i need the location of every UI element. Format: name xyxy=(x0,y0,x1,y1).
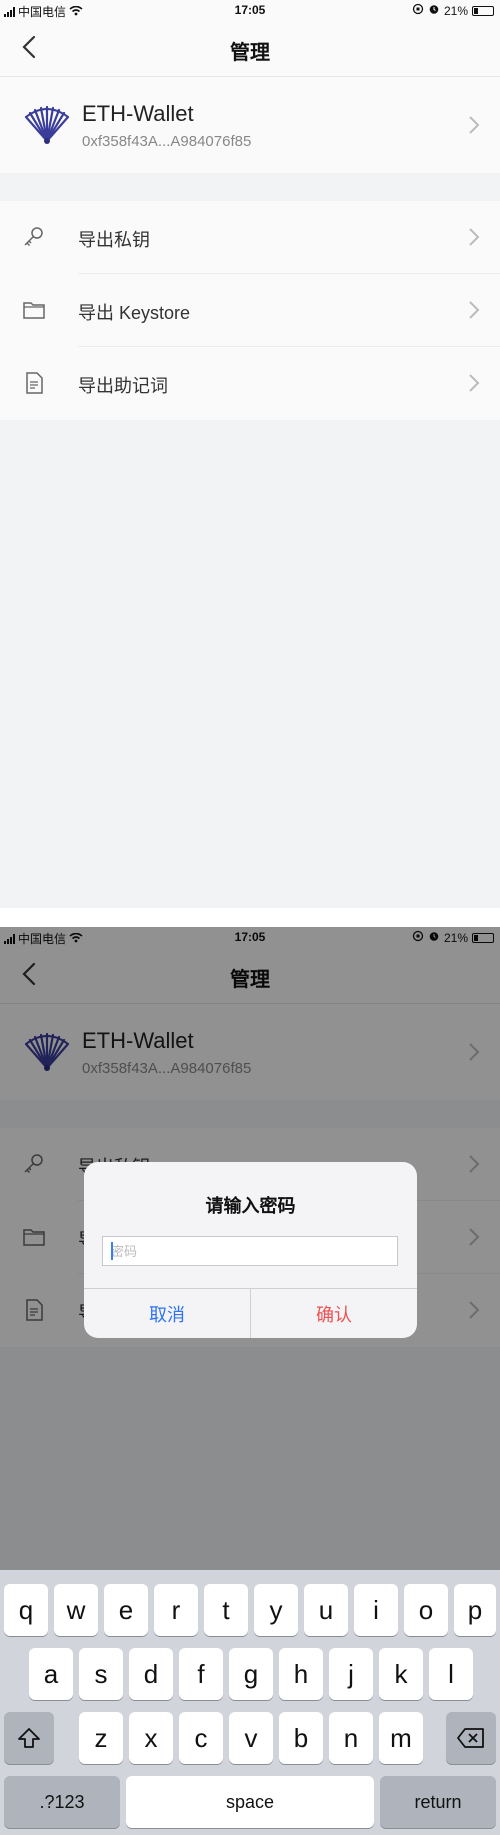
shift-arrow-icon xyxy=(18,1728,40,1748)
key-d[interactable]: d xyxy=(129,1648,173,1700)
folder-icon xyxy=(23,302,45,319)
key-l[interactable]: l xyxy=(429,1648,473,1700)
password-input[interactable] xyxy=(102,1236,398,1266)
confirm-button[interactable]: 确认 xyxy=(251,1289,417,1338)
status-bar: 中国电信 17:05 21% xyxy=(0,0,500,20)
key-v[interactable]: v xyxy=(229,1712,273,1764)
key-f[interactable]: f xyxy=(179,1648,223,1700)
chevron-right-icon xyxy=(469,374,480,392)
password-dialog: 请输入密码 取消 确认 xyxy=(84,1162,417,1338)
section-gap xyxy=(0,173,500,201)
menu-item-export-private-key[interactable]: 导出私钥 xyxy=(0,201,500,274)
on-screen-keyboard: q w e r t y u i o p a s d f g h j k l z … xyxy=(0,1570,500,1835)
dialog-buttons: 取消 确认 xyxy=(84,1288,417,1338)
key-j[interactable]: j xyxy=(329,1648,373,1700)
key-c[interactable]: c xyxy=(179,1712,223,1764)
key-z[interactable]: z xyxy=(79,1712,123,1764)
menu-item-export-keystore[interactable]: 导出 Keystore xyxy=(0,274,500,347)
key-n[interactable]: n xyxy=(329,1712,373,1764)
wallet-logo-icon xyxy=(24,105,70,144)
key-u[interactable]: u xyxy=(304,1584,348,1636)
backspace-icon xyxy=(457,1728,484,1748)
key-k[interactable]: k xyxy=(379,1648,423,1700)
status-right: 21% xyxy=(412,3,494,18)
dialog-title: 请输入密码 xyxy=(205,1196,296,1216)
key-x[interactable]: x xyxy=(129,1712,173,1764)
key-w[interactable]: w xyxy=(54,1584,98,1636)
export-menu: 导出私钥 导出 Keystore 导出助记词 xyxy=(0,201,500,420)
numbers-key[interactable]: .?123 xyxy=(4,1776,120,1828)
chevron-right-icon xyxy=(469,228,480,246)
menu-item-label: 导出私钥 xyxy=(78,230,150,250)
key-o[interactable]: o xyxy=(404,1584,448,1636)
menu-item-label: 导出助记词 xyxy=(78,376,168,396)
wallet-address: 0xf358f43A...A984076f85 xyxy=(82,133,252,150)
menu-item-export-mnemonic[interactable]: 导出助记词 xyxy=(0,347,500,420)
wallet-name: ETH-Wallet xyxy=(82,101,194,126)
page-title: 管理 xyxy=(230,42,270,64)
key-g[interactable]: g xyxy=(229,1648,273,1700)
key-y[interactable]: y xyxy=(254,1584,298,1636)
key-s[interactable]: s xyxy=(79,1648,123,1700)
return-key[interactable]: return xyxy=(380,1776,496,1828)
shift-key[interactable] xyxy=(4,1712,54,1764)
delete-key[interactable] xyxy=(446,1712,496,1764)
password-dialog-screen: 中国电信 17:05 21% 管理 ETH-Wallet 0xf358f43A.… xyxy=(0,927,500,1835)
nav-bar: 管理 xyxy=(0,20,500,77)
key-e[interactable]: e xyxy=(104,1584,148,1636)
key-m[interactable]: m xyxy=(379,1712,423,1764)
key-b[interactable]: b xyxy=(279,1712,323,1764)
key-q[interactable]: q xyxy=(4,1584,48,1636)
key-p[interactable]: p xyxy=(454,1584,496,1636)
chevron-right-icon xyxy=(469,301,480,319)
key-h[interactable]: h xyxy=(279,1648,323,1700)
text-caret xyxy=(111,1242,113,1260)
document-icon xyxy=(26,372,43,394)
cancel-button[interactable]: 取消 xyxy=(84,1289,251,1338)
chevron-right-icon xyxy=(469,116,480,134)
battery-icon xyxy=(472,5,494,16)
space-key[interactable]: space xyxy=(126,1776,374,1828)
alarm-icon xyxy=(428,3,440,18)
key-t[interactable]: t xyxy=(204,1584,248,1636)
battery-percent: 21% xyxy=(443,3,468,18)
key-i[interactable]: i xyxy=(354,1584,398,1636)
manage-screen: 中国电信 17:05 21% 管理 ETH-Wallet 0xf358f43A.… xyxy=(0,0,500,908)
menu-item-label: 导出 Keystore xyxy=(78,303,191,323)
orientation-lock-icon xyxy=(412,3,424,18)
key-r[interactable]: r xyxy=(154,1584,198,1636)
key-a[interactable]: a xyxy=(29,1648,73,1700)
key-icon xyxy=(24,227,43,247)
wallet-card[interactable]: ETH-Wallet 0xf358f43A...A984076f85 xyxy=(0,77,500,173)
